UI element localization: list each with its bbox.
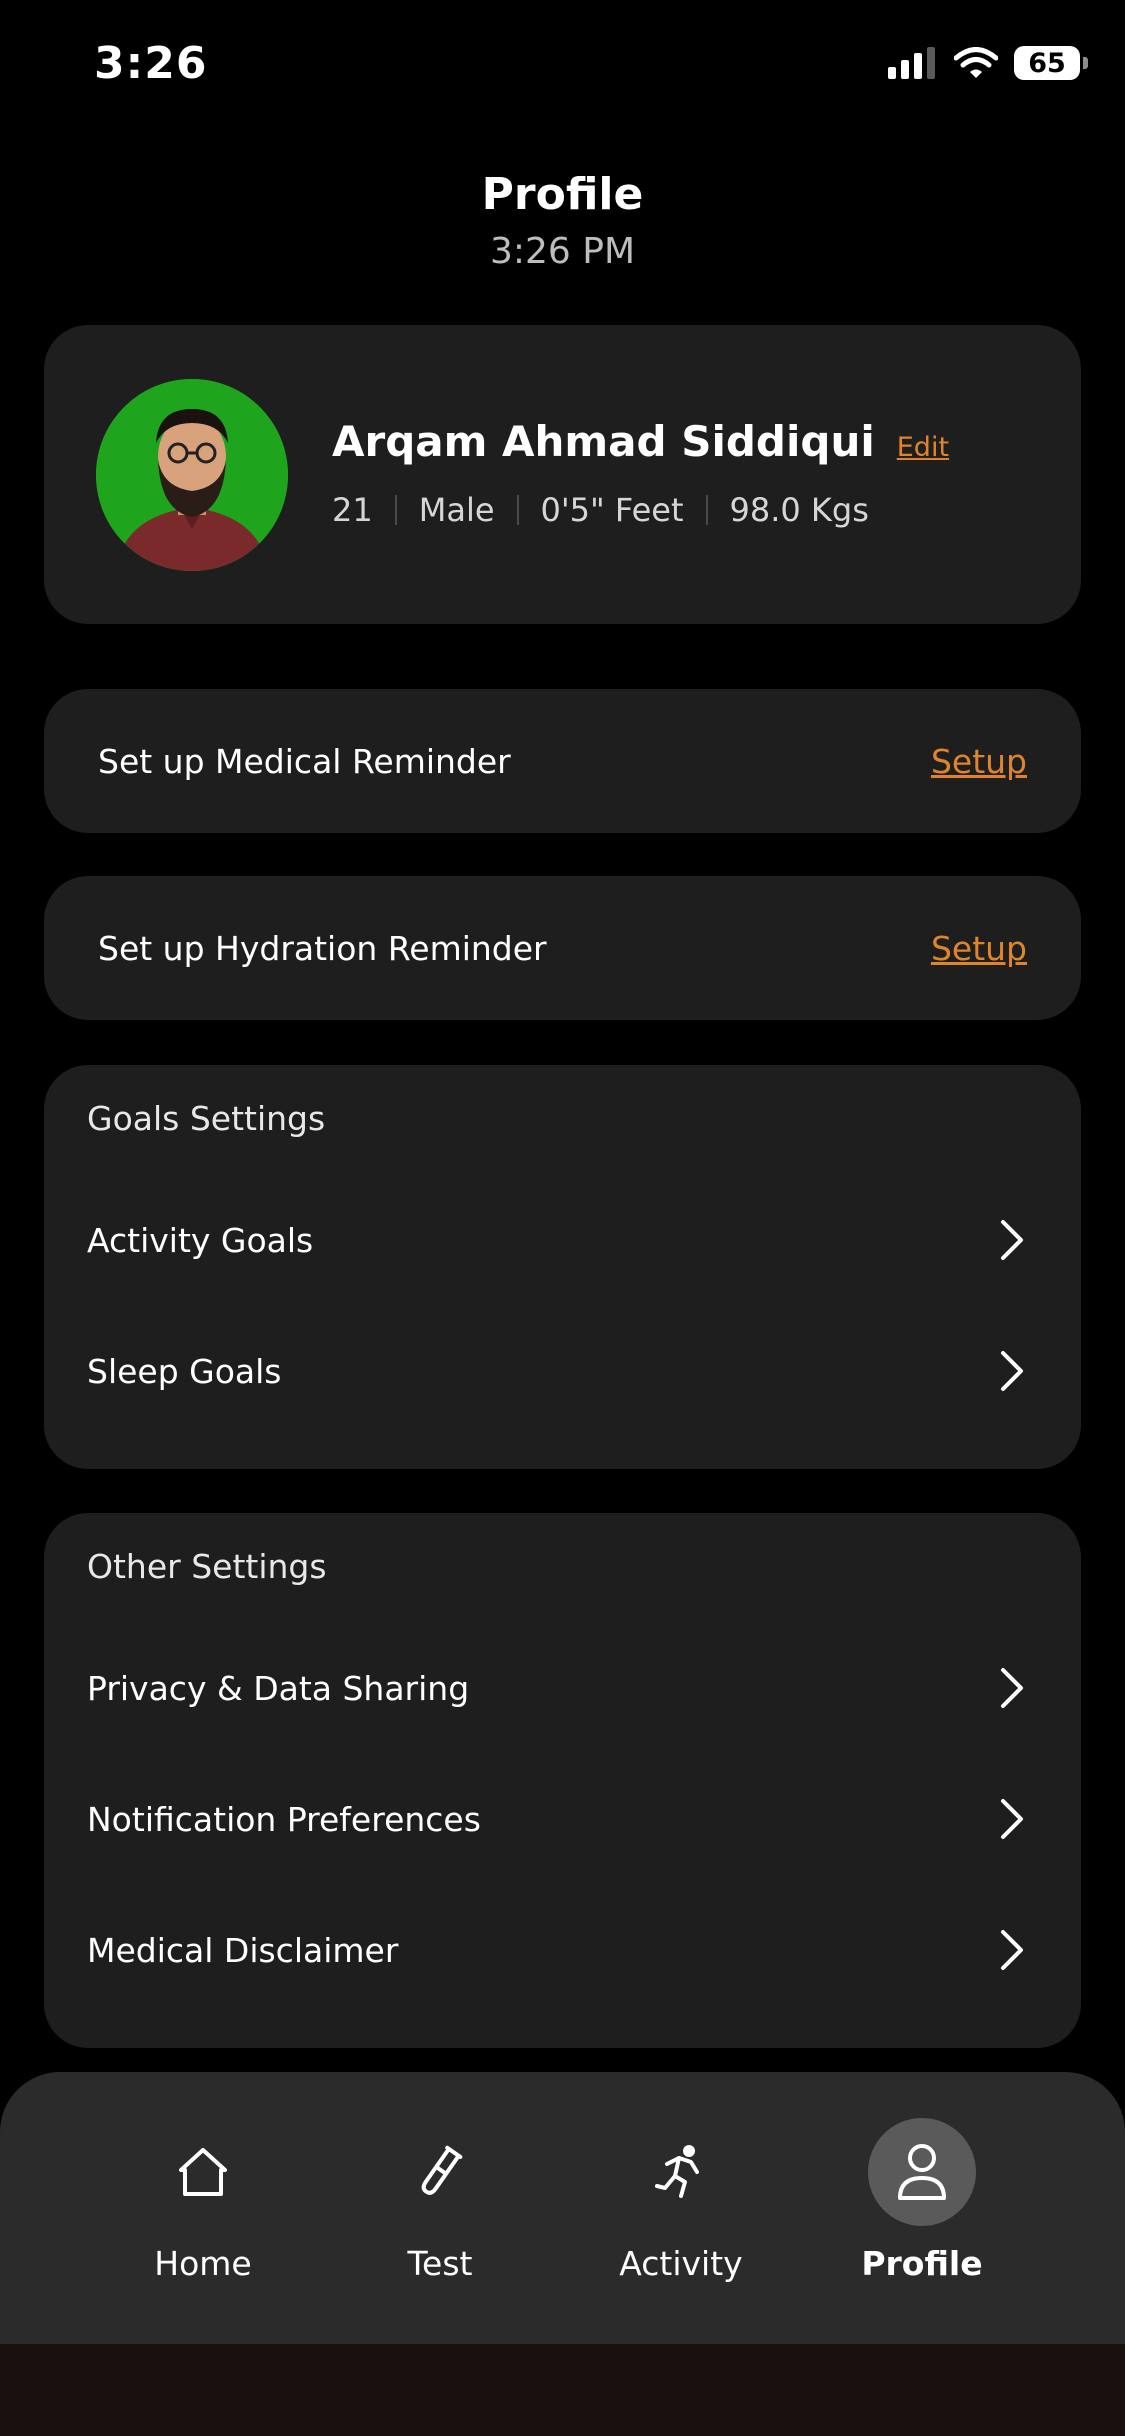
profile-age: 21 [332,491,373,529]
chevron-right-icon [1001,1799,1023,1839]
medical-reminder-card: Set up Medical Reminder Setup [44,689,1081,833]
profile-stats: 21 Male 0'5" Feet 98.0 Kgs [332,491,869,529]
running-person-icon [655,2145,699,2198]
tab-activity-label: Activity [619,2244,743,2283]
avatar-photo [96,379,288,571]
user-icon [898,2144,946,2200]
status-time: 3:26 [94,38,208,89]
medical-disclaimer-label: Medical Disclaimer [87,1930,399,1970]
stat-divider [516,495,519,525]
avatar[interactable] [96,379,288,571]
status-bar: 3:26 65 [0,0,1125,130]
tab-activity[interactable]: Activity [596,2072,766,2344]
profile-card: Arqam Ahmad Siddiqui Edit 21 Male 0'5" F… [44,325,1081,624]
profile-height: 0'5" Feet [540,491,684,529]
hydration-reminder-label: Set up Hydration Reminder [98,928,547,968]
activity-goals-row[interactable]: Activity Goals [87,1200,1027,1280]
wifi-icon [954,47,998,78]
tab-icon-wrap [149,2118,257,2226]
chevron-right-icon [1001,1668,1023,1708]
goals-settings-heading: Goals Settings [87,1099,326,1138]
hydration-reminder-card: Set up Hydration Reminder Setup [44,876,1081,1020]
tab-test[interactable]: Test [355,2072,525,2344]
edit-profile-link[interactable]: Edit [897,432,949,463]
goals-settings-card: Goals Settings Activity Goals Sleep Goal… [44,1065,1081,1469]
medical-reminder-label: Set up Medical Reminder [98,741,511,781]
chevron-right-icon [1001,1351,1023,1391]
tab-profile[interactable]: Profile [837,2072,1007,2344]
tab-icon-wrap [868,2118,976,2226]
sleep-goals-label: Sleep Goals [87,1351,282,1391]
privacy-data-sharing-row[interactable]: Privacy & Data Sharing [87,1648,1027,1728]
other-settings-heading: Other Settings [87,1547,327,1586]
chevron-right-icon [1001,1930,1023,1970]
battery-level: 65 [1028,47,1066,79]
page-title: Profile [481,169,644,220]
other-settings-card: Other Settings Privacy & Data Sharing No… [44,1513,1081,2048]
tab-bar: Home Test Activity Profile [0,2072,1125,2344]
tab-home[interactable]: Home [118,2072,288,2344]
status-icons: 65 [888,46,1088,80]
medical-disclaimer-row[interactable]: Medical Disclaimer [87,1910,1027,1990]
tab-home-label: Home [154,2244,252,2283]
activity-goals-label: Activity Goals [87,1220,314,1260]
header: Profile 3:26 PM [0,165,1125,279]
profile-weight: 98.0 Kgs [729,491,869,529]
hydration-reminder-setup-link[interactable]: Setup [931,929,1027,968]
profile-name-row: Arqam Ahmad Siddiqui Edit [332,417,949,466]
tab-icon-wrap [627,2118,735,2226]
profile-gender: Male [418,491,495,529]
cellular-signal-icon [888,47,935,79]
profile-name: Arqam Ahmad Siddiqui [332,417,875,466]
home-icon [179,2148,227,2196]
tab-icon-wrap [386,2118,494,2226]
stat-divider [705,495,708,525]
tab-profile-label: Profile [861,2244,983,2283]
privacy-data-sharing-label: Privacy & Data Sharing [87,1668,470,1708]
page-subtitle: 3:26 PM [489,231,636,272]
medical-reminder-setup-link[interactable]: Setup [931,742,1027,781]
home-indicator-area [0,2344,1125,2436]
notification-preferences-row[interactable]: Notification Preferences [87,1779,1027,1859]
tab-test-label: Test [407,2244,473,2283]
sleep-goals-row[interactable]: Sleep Goals [87,1331,1027,1411]
chevron-right-icon [1001,1220,1023,1260]
stat-divider [394,495,397,525]
test-tube-icon [421,2145,463,2195]
battery-icon: 65 [1014,46,1088,80]
notification-preferences-label: Notification Preferences [87,1799,481,1839]
